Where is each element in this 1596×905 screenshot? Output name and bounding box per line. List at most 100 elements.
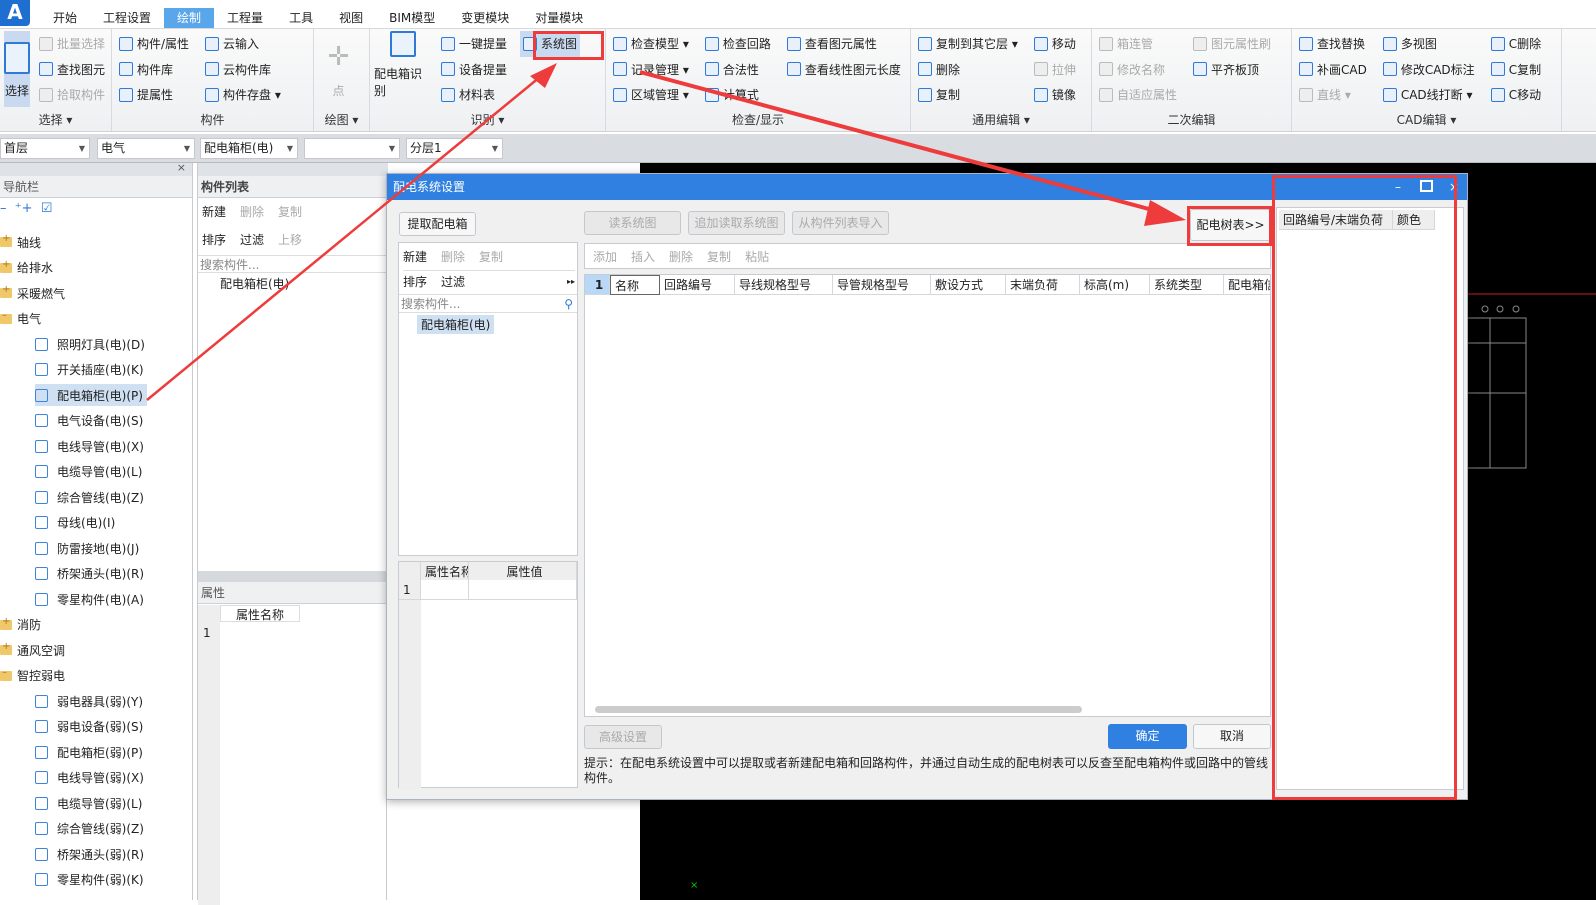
tab-6[interactable]: BIM模型 [376,8,448,28]
cancel-button[interactable]: 取消 [1193,724,1271,749]
nav-item[interactable]: 电气设备(电)(S) [35,410,143,432]
maximize-icon[interactable] [1420,180,1433,192]
nav-item[interactable]: 开关插座(电)(K) [35,359,144,381]
nav-item[interactable]: 给排水 [0,257,53,279]
nav-item[interactable]: 防雷接地(电)(J) [35,537,139,559]
discipline-select[interactable]: 电气 ▼ [97,138,195,159]
ribbon-button[interactable]: CAD线打断 ▾ [1380,82,1478,108]
ribbon-button[interactable]: 自适应属性 [1096,82,1180,108]
column-header[interactable]: 导管规格型号 [833,275,931,295]
insert-button[interactable]: 插入 [631,248,655,265]
component-search-input[interactable]: 搜索构件... [198,255,388,273]
ribbon-button[interactable]: 构件库 [116,57,192,83]
column-header[interactable]: 系统类型 [1150,275,1224,295]
ribbon-group-label[interactable]: CAD编辑 ▾ [1292,111,1561,128]
ribbon-button[interactable]: C复制 [1488,57,1544,83]
ribbon-button[interactable]: 查找图元 [36,57,108,83]
ribbon-button[interactable]: 多视图 [1380,31,1478,57]
column-header[interactable]: 导线规格型号 [735,275,833,295]
ribbon-group-label[interactable]: 选择 ▾ [0,111,111,128]
ribbon-button[interactable]: 拾取构件 [36,82,108,108]
horizontal-scrollbar[interactable] [595,706,1082,713]
minimize-icon[interactable]: – [1395,174,1401,200]
copy-button[interactable]: 复制 [707,248,731,265]
copy-button[interactable]: 复制 [278,203,302,220]
tab-4[interactable]: 工具 [276,8,326,28]
delete-button[interactable]: 删除 [669,248,693,265]
nav-item[interactable]: 电线导管(弱)(X) [35,767,144,789]
nav-item[interactable]: 综合管线(电)(Z) [35,486,144,508]
box-search-input[interactable]: 搜索构件... ⚲ [399,294,577,313]
search-icon[interactable]: ⚲ [564,295,573,313]
ribbon-group-label[interactable]: 识别 ▾ [370,111,605,128]
nav-item[interactable]: 轴线 [0,231,41,253]
ribbon-button[interactable]: 复制 [915,82,1021,108]
ribbon-button[interactable]: 构件存盘 ▾ [202,82,284,108]
ribbon-button[interactable]: 计算式 [702,82,774,108]
tab-3[interactable]: 工程量 [214,8,276,28]
ribbon-button[interactable]: 记录管理 ▾ [610,57,692,83]
nav-item[interactable]: 照明灯具(电)(D) [35,333,145,355]
copy-button[interactable]: 复制 [479,248,503,265]
ribbon-button[interactable]: 删除 [915,57,1021,83]
close-icon[interactable]: × [177,161,186,174]
nav-item[interactable]: 电缆导管(电)(L) [35,461,142,483]
tab-0[interactable]: 开始 [40,8,90,28]
nav-item[interactable]: 弱电设备(弱)(S) [35,716,143,738]
ribbon-button[interactable]: 图元属性刷 [1190,31,1274,57]
ribbon-button[interactable]: 云构件库 [202,57,284,83]
more-icon[interactable]: ▸▸ [567,277,575,286]
folder-icon[interactable] [0,284,12,298]
folder-icon[interactable] [0,233,12,247]
nav-item[interactable]: 母线(电)(I) [35,512,115,534]
sublayer-select[interactable]: 分层1 ▼ [406,138,503,159]
column-header[interactable]: 回路编号 [660,275,735,295]
ribbon-button[interactable]: 修改CAD标注 [1380,57,1478,83]
filter-button[interactable]: 过滤 [240,231,264,248]
nav-item[interactable]: 电气 [0,308,41,330]
folder-icon[interactable] [0,641,12,655]
import-from-list-button[interactable]: 从构件列表导入 [792,211,889,235]
append-read-button[interactable]: 追加读取系统图 [688,211,785,235]
add-button[interactable]: 添加 [593,248,617,265]
delete-button[interactable]: 删除 [240,203,264,220]
column-header[interactable]: 敷设方式 [931,275,1006,295]
ribbon-group-label[interactable]: 绘图 ▾ [314,111,369,128]
ribbon-button[interactable]: 查找替换 [1296,31,1370,57]
ribbon-button[interactable]: 查看图元属性 [784,31,904,57]
big-button[interactable]: 配电箱识别 [374,31,432,107]
ribbon-button[interactable]: 系统图 [520,31,581,57]
move-up-button[interactable]: 上移 [278,231,302,248]
ok-button[interactable]: 确定 [1108,724,1187,749]
nav-item[interactable]: 综合管线(弱)(Z) [35,818,144,840]
ribbon-button[interactable]: 箱连管 [1096,31,1180,57]
ribbon-button[interactable]: 修改名称 [1096,57,1180,83]
ribbon-button[interactable]: C删除 [1488,31,1544,57]
ribbon-group-label[interactable]: 通用编辑 ▾ [911,111,1091,128]
edit-icon[interactable]: ☑ [41,201,53,216]
column-header[interactable]: 标高(m) [1080,275,1150,295]
nav-item[interactable]: 通风空调 [0,639,65,661]
component-type-select[interactable]: 配电箱柜(电) ▼ [200,138,298,159]
ribbon-button[interactable]: 设备提量 [438,57,510,83]
folder-icon[interactable] [0,667,12,681]
delete-button[interactable]: 删除 [441,248,465,265]
component-select[interactable]: ▼ [304,138,400,159]
tab-5[interactable]: 视图 [326,8,376,28]
ribbon-button[interactable]: 构件/属性 [116,31,192,57]
nav-item[interactable]: 零星构件(弱)(K) [35,869,144,891]
ribbon-button[interactable]: 一键提量 [438,31,510,57]
nav-item[interactable]: 配电箱柜(弱)(P) [35,741,143,763]
ribbon-button[interactable]: 检查模型 ▾ [610,31,692,57]
nav-item[interactable]: 智控弱电 [0,665,65,687]
ribbon-button[interactable]: 云输入 [202,31,284,57]
app-logo[interactable]: A [0,0,30,26]
component-list-item[interactable]: 配电箱柜(电) [220,275,289,292]
tab-1[interactable]: 工程设置 [90,8,164,28]
ribbon-button[interactable]: 平齐板顶 [1190,57,1274,83]
big-button[interactable]: 选择 [4,31,30,107]
tree-table-button[interactable]: 配电树表>> [1190,209,1271,241]
folder-icon[interactable] [0,310,12,324]
ribbon-button[interactable]: 合法性 [702,57,774,83]
nav-item[interactable]: 桥架通头(电)(R) [35,563,144,585]
